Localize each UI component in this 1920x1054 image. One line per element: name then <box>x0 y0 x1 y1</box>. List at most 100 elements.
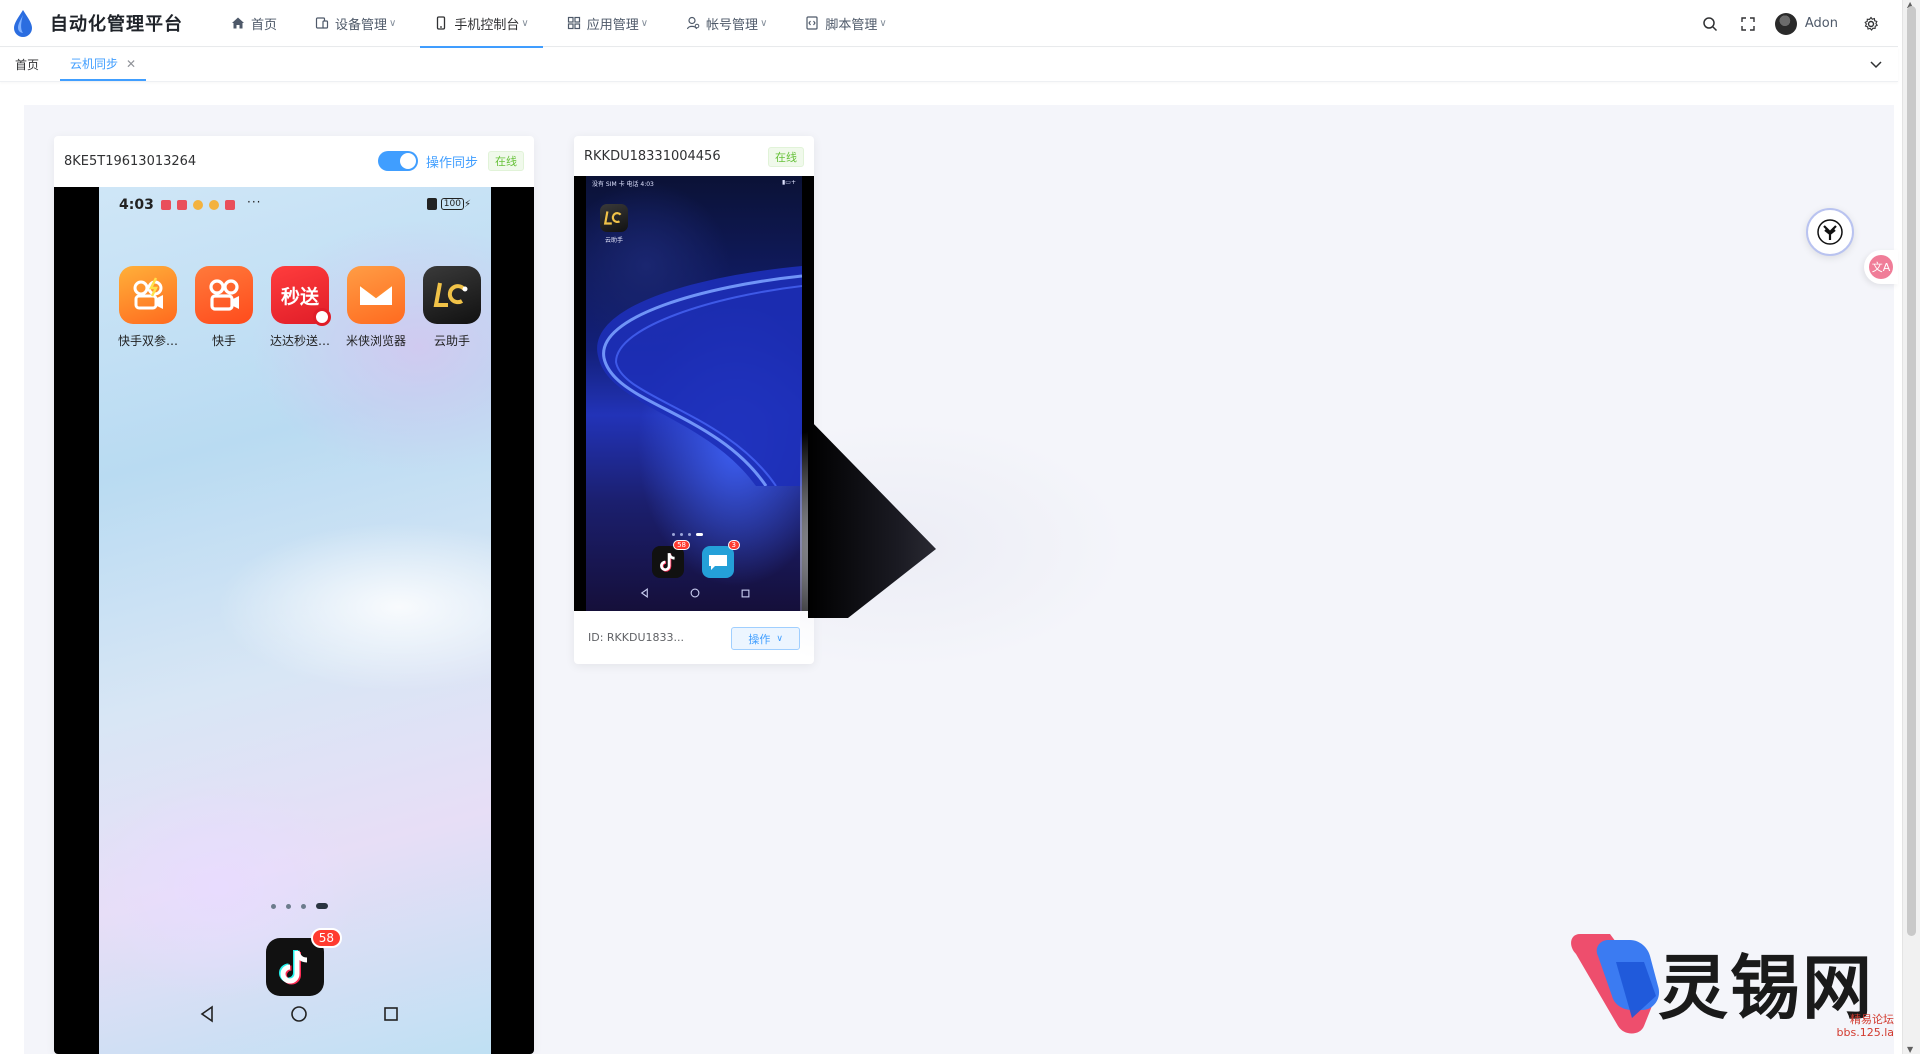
device-short-id: ID: RKKDU1833... <box>588 631 684 644</box>
nav-item-apps[interactable]: 应用管理 ∨ <box>553 0 662 47</box>
app-dada[interactable]: 秒送 达达秒送… <box>262 266 338 349</box>
fullscreen-icon[interactable] <box>1739 15 1757 33</box>
page-dot <box>688 533 691 536</box>
app-mixia-browser[interactable]: 米侠浏览器 <box>338 266 414 349</box>
phone-home-screen[interactable]: 没有 SIM 卡 电话 4:03 ▮▭+ 云助手 58 3 <box>586 176 802 611</box>
page-dot-active <box>316 903 328 909</box>
nav-label: 帐号管理 <box>706 17 759 33</box>
battery-level: 100 <box>440 198 464 210</box>
back-icon[interactable] <box>640 588 649 598</box>
device-screen[interactable]: 4:03 ··· 100 ⚡ 快手双参… 快手 秒送 达达秒送… 米侠浏览器 云… <box>54 187 534 1054</box>
notification-badge: 3 <box>727 540 740 550</box>
app-label: 米侠浏览器 <box>345 334 406 348</box>
app-kuaishou[interactable]: 快手 <box>186 266 262 349</box>
more-notifications-icon: ··· <box>247 195 262 209</box>
tab-cloud-sync[interactable]: 云机同步 ✕ <box>60 48 147 81</box>
chevron-down-icon: ∨ <box>879 17 887 29</box>
notification-badge: 58 <box>310 928 342 948</box>
recents-icon[interactable] <box>741 589 750 598</box>
sync-toggle[interactable] <box>377 151 418 171</box>
nav-item-scripts[interactable]: 脚本管理 ∨ <box>791 0 900 47</box>
user-name[interactable]: Adon <box>1805 16 1838 31</box>
notification-icon <box>225 200 235 210</box>
app-row: 快手双参… 快手 秒送 达达秒送… 米侠浏览器 云助手 <box>110 266 490 349</box>
battery-indicator: 100 ⚡ <box>426 198 471 210</box>
notification-icon <box>209 200 219 210</box>
home-circle-icon[interactable] <box>290 1005 308 1023</box>
nav-item-home[interactable]: 首页 <box>217 0 291 47</box>
assistant-float-button[interactable] <box>1806 208 1854 256</box>
gear-icon[interactable] <box>1862 15 1880 33</box>
cloud-assistant-icon <box>600 204 628 232</box>
message-bubble-icon <box>709 555 727 570</box>
nav-label: 应用管理 <box>586 17 639 33</box>
app-title: 自动化管理平台 <box>50 14 183 35</box>
search-icon[interactable] <box>1701 15 1719 33</box>
cursor-pointer-icon <box>808 418 936 618</box>
chevron-down-icon: ∨ <box>389 17 397 29</box>
close-icon[interactable]: ✕ <box>126 57 136 71</box>
tiktok-icon <box>279 950 308 985</box>
dock: 58 3 <box>652 540 752 578</box>
device-card: RKKDU18331004456 在线 没有 SIM 卡 电话 4:03 ▮▭+… <box>574 136 814 664</box>
device-screen[interactable]: 没有 SIM 卡 电话 4:03 ▮▭+ 云助手 58 3 <box>574 176 814 611</box>
nav-item-phone-console[interactable]: 手机控制台 ∨ <box>420 0 544 48</box>
notification-badge: 58 <box>673 540 690 550</box>
status-text: 没有 SIM 卡 电话 4:03 <box>592 181 654 188</box>
page-dot <box>672 533 675 536</box>
back-icon[interactable] <box>199 1005 215 1023</box>
header-actions: Adon <box>1691 0 1890 47</box>
app-cloud-assistant[interactable]: 云助手 <box>414 266 490 349</box>
recents-icon[interactable] <box>383 1006 399 1022</box>
device-card: 8KE5T19613013264 操作同步 在线 4:03 ··· 100 ⚡ … <box>54 136 534 1054</box>
nav-label: 脚本管理 <box>825 17 878 33</box>
app-messages[interactable]: 3 <box>702 540 740 578</box>
mixia-browser-icon <box>347 266 405 324</box>
dada-icon-text: 秒送 <box>280 285 319 308</box>
scrollbar-thumb[interactable] <box>1907 6 1916 936</box>
page-dot-active <box>696 533 703 536</box>
nav-item-devices[interactable]: 设备管理 ∨ <box>301 0 410 47</box>
page-scrollbar[interactable]: ▲ ▼ <box>1902 0 1920 1054</box>
home-icon <box>232 17 244 29</box>
chevron-down-icon[interactable] <box>1868 56 1884 72</box>
operate-dropdown-button[interactable]: 操作 ∨ <box>731 627 800 650</box>
device-id: 8KE5T19613013264 <box>64 154 197 169</box>
app-label: 快手双参… <box>117 334 178 348</box>
home-circle-icon[interactable] <box>690 588 700 598</box>
nav-item-accounts[interactable]: 帐号管理 ∨ <box>672 0 781 47</box>
tab-label: 首页 <box>15 58 40 72</box>
page-dot <box>301 903 306 909</box>
status-badge: 在线 <box>768 147 804 167</box>
app-tiktok[interactable]: 58 <box>652 540 690 578</box>
notification-icon <box>161 200 171 210</box>
app-cloud-assistant[interactable]: 云助手 <box>600 204 628 244</box>
watermark-site-name: 精易论坛 <box>1850 1013 1894 1026</box>
app-kuaishou-dual[interactable]: 快手双参… <box>110 266 186 349</box>
chevron-down-icon: ∨ <box>521 17 529 29</box>
page-indicator <box>672 533 708 536</box>
phone-home-screen[interactable]: 4:03 ··· 100 ⚡ 快手双参… 快手 秒送 达达秒送… 米侠浏览器 云… <box>99 187 491 1054</box>
logo[interactable]: 自动化管理平台 <box>12 9 183 37</box>
tiktok-icon <box>660 552 675 572</box>
nav-label: 首页 <box>251 17 278 33</box>
notification-icon <box>193 200 203 210</box>
scroll-down-icon[interactable]: ▼ <box>1907 1045 1913 1054</box>
sync-label: 操作同步 <box>425 155 478 171</box>
avatar[interactable] <box>1774 12 1797 35</box>
device-card-footer: ID: RKKDU1833... 操作 ∨ <box>574 611 814 664</box>
nav-label: 手机控制台 <box>454 17 520 33</box>
phone-time: 4:03 <box>119 197 154 213</box>
phone-status-bar: 4:03 ··· 100 ⚡ <box>119 195 471 213</box>
app-label: 快手 <box>211 334 236 348</box>
sync-control: 操作同步 在线 <box>377 151 524 171</box>
chevron-down-icon: ∨ <box>776 633 783 644</box>
tab-home[interactable]: 首页 <box>15 48 39 81</box>
page-dot <box>271 903 276 909</box>
app-label: 达达秒送… <box>269 334 330 348</box>
app-tiktok[interactable]: 58 <box>266 928 342 996</box>
nav-label: 设备管理 <box>335 17 388 33</box>
translate-float-button[interactable]: 文A <box>1864 250 1898 284</box>
assistant-logo-icon <box>1817 219 1843 245</box>
watermark-site-url: bbs.125.la <box>1836 1026 1894 1039</box>
